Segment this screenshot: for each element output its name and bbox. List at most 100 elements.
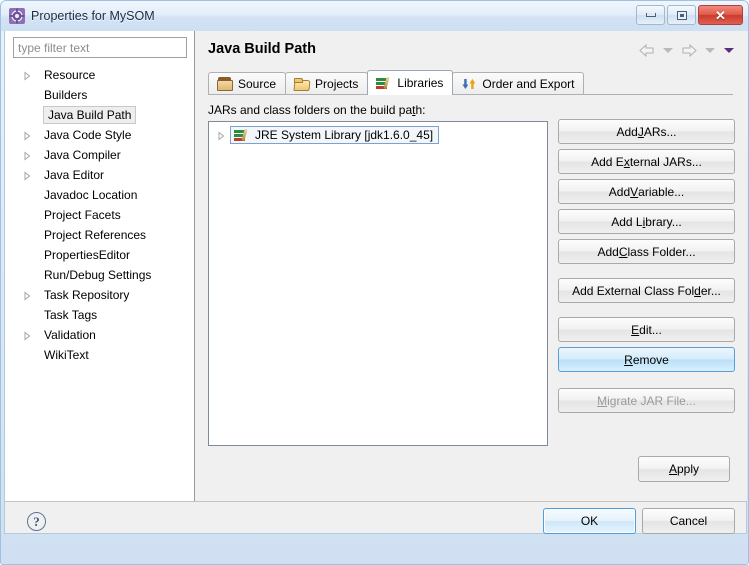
sidebar-item-label: Task Repository <box>44 288 130 302</box>
sidebar-item-label: Project Facets <box>44 208 121 222</box>
close-button[interactable]: ✕ <box>698 5 743 25</box>
button-label-post: ternal JARs... <box>629 154 702 169</box>
library-entry-selected[interactable]: JRE System Library [jdk1.6.0_45] <box>230 126 440 144</box>
close-icon: ✕ <box>715 7 726 23</box>
sidebar-item-propertieseditor[interactable]: PropertiesEditor <box>5 245 194 265</box>
expand-arrow-icon[interactable] <box>23 290 32 301</box>
open-folder-icon <box>294 77 310 91</box>
add-jars-button[interactable]: Add J ARs... <box>558 119 735 144</box>
tab-libraries[interactable]: Libraries <box>367 70 454 95</box>
maximize-button[interactable] <box>667 5 696 25</box>
button-label-pre: Add <box>608 184 631 199</box>
tab-source[interactable]: Source <box>208 72 287 95</box>
title-bar: Properties for MySOM ✕ <box>1 1 748 31</box>
tab-projects[interactable]: Projects <box>285 72 369 95</box>
expand-arrow-icon[interactable] <box>23 70 32 81</box>
page-menu-chevron-down-icon[interactable] <box>724 48 734 53</box>
sidebar-item-wikitext[interactable]: WikiText <box>5 345 194 365</box>
button-label-post: er... <box>700 283 721 298</box>
apply-label-post: pply <box>677 462 700 476</box>
libraries-list[interactable]: JRE System Library [jdk1.6.0_45] <box>208 121 548 446</box>
apply-button[interactable]: Apply <box>638 456 730 482</box>
dialog-footer: ? OK Cancel <box>5 502 746 534</box>
library-entry[interactable]: JRE System Library [jdk1.6.0_45] <box>209 125 547 145</box>
order-export-arrows-icon <box>461 77 477 91</box>
button-label-mnemonic: V <box>630 184 639 199</box>
sidebar-item-task-tags[interactable]: Task Tags <box>5 305 194 325</box>
sidebar-item-java-compiler[interactable]: Java Compiler <box>5 145 194 165</box>
sidebar-item-label: Project References <box>44 228 147 242</box>
sidebar-item-project-facets[interactable]: Project Facets <box>5 205 194 225</box>
settings-tree: Resource Builders Java Build Path Java Code… <box>5 65 194 365</box>
forward-history-chevron-down-icon[interactable] <box>705 48 715 53</box>
tab-label: Libraries <box>397 76 444 90</box>
sidebar-item-resource[interactable]: Resource <box>5 65 194 85</box>
migrate-jar-file-button: Migrate JAR File... <box>558 388 735 413</box>
forward-arrow-icon[interactable] <box>679 43 699 58</box>
add-library-button[interactable]: Add Li brary... <box>558 209 735 234</box>
expand-arrow-icon[interactable] <box>23 130 32 141</box>
sidebar-item-label: Task Tags <box>44 308 98 322</box>
edit-button[interactable]: Edit... <box>558 317 735 342</box>
sidebar-item-label: Validation <box>44 328 96 342</box>
sidebar-item-java-build-path[interactable]: Java Build Path <box>5 105 194 125</box>
tab-order-and-export[interactable]: Order and Export <box>452 72 585 95</box>
button-label-post: dit... <box>639 322 662 337</box>
expand-arrow-icon[interactable] <box>23 170 32 181</box>
minimize-button[interactable] <box>636 5 665 25</box>
button-label-mnemonic: d <box>694 283 701 298</box>
window-title: Properties for MySOM <box>31 9 155 23</box>
help-icon[interactable]: ? <box>27 512 46 531</box>
tab-label: Source <box>238 77 277 91</box>
sidebar-item-label: Java Build Path <box>43 106 137 124</box>
button-label-pre: Add <box>597 244 619 259</box>
sidebar-item-java-code-style[interactable]: Java Code Style <box>5 125 194 145</box>
properties-gear-icon <box>9 8 25 24</box>
sidebar-item-validation[interactable]: Validation <box>5 325 194 345</box>
source-folder-icon <box>217 77 233 91</box>
sidebar-item-javadoc-location[interactable]: Javadoc Location <box>5 185 194 205</box>
tab-label: Order and Export <box>482 77 575 91</box>
back-history-chevron-down-icon[interactable] <box>663 48 673 53</box>
button-label-pre: Add L <box>611 214 643 229</box>
button-label-post: brary... <box>645 214 682 229</box>
sidebar-item-builders[interactable]: Builders <box>5 85 194 105</box>
ok-button[interactable]: OK <box>543 508 636 534</box>
dialog-client-area: Resource Builders Java Build Path Java Code… <box>4 31 747 534</box>
add-class-folder-button[interactable]: Add Class Folder... <box>558 239 735 264</box>
libraries-books-icon <box>376 76 392 90</box>
libraries-books-icon <box>234 128 250 142</box>
back-arrow-icon[interactable] <box>637 43 657 58</box>
sidebar-item-label: Java Compiler <box>44 148 121 162</box>
sidebar-item-run-debug-settings[interactable]: Run/Debug Settings <box>5 265 194 285</box>
button-label-pre: Add E <box>591 154 624 169</box>
filter-input[interactable] <box>13 37 187 58</box>
minimize-icon <box>645 13 656 17</box>
sidebar-item-project-references[interactable]: Project References <box>5 225 194 245</box>
button-label-post: emove <box>632 352 669 367</box>
remove-button[interactable]: Remove <box>558 347 735 372</box>
button-label-pre: Add <box>616 124 638 139</box>
sidebar-item-label: Javadoc Location <box>44 188 138 202</box>
sidebar-item-label: Java Code Style <box>44 128 132 142</box>
build-path-tabs: Source Projects Libraries Order and Export <box>208 70 733 95</box>
expand-arrow-icon[interactable] <box>23 150 32 161</box>
button-label-pre: Add External Class Fol <box>572 283 695 298</box>
page-title: Java Build Path <box>208 41 316 57</box>
sidebar-item-label: Java Editor <box>44 168 105 182</box>
cancel-button[interactable]: Cancel <box>642 508 735 534</box>
expand-arrow-icon[interactable] <box>217 130 226 141</box>
maximize-icon <box>676 10 687 20</box>
properties-dialog-window: Properties for MySOM ✕ Resource Builders J… <box>0 0 749 565</box>
add-variable-button[interactable]: Add Variable... <box>558 179 735 204</box>
library-entry-label: JRE System Library [jdk1.6.0_45] <box>255 128 434 142</box>
expand-arrow-icon[interactable] <box>23 330 32 341</box>
list-group-label: JARs and class folders on the build path… <box>208 103 425 117</box>
sidebar-item-java-editor[interactable]: Java Editor <box>5 165 194 185</box>
add-external-jars-button[interactable]: Add Ex ternal JARs... <box>558 149 735 174</box>
sidebar-item-task-repository[interactable]: Task Repository <box>5 285 194 305</box>
add-external-class-folder-button[interactable]: Add External Class Fol d er... <box>558 278 735 303</box>
